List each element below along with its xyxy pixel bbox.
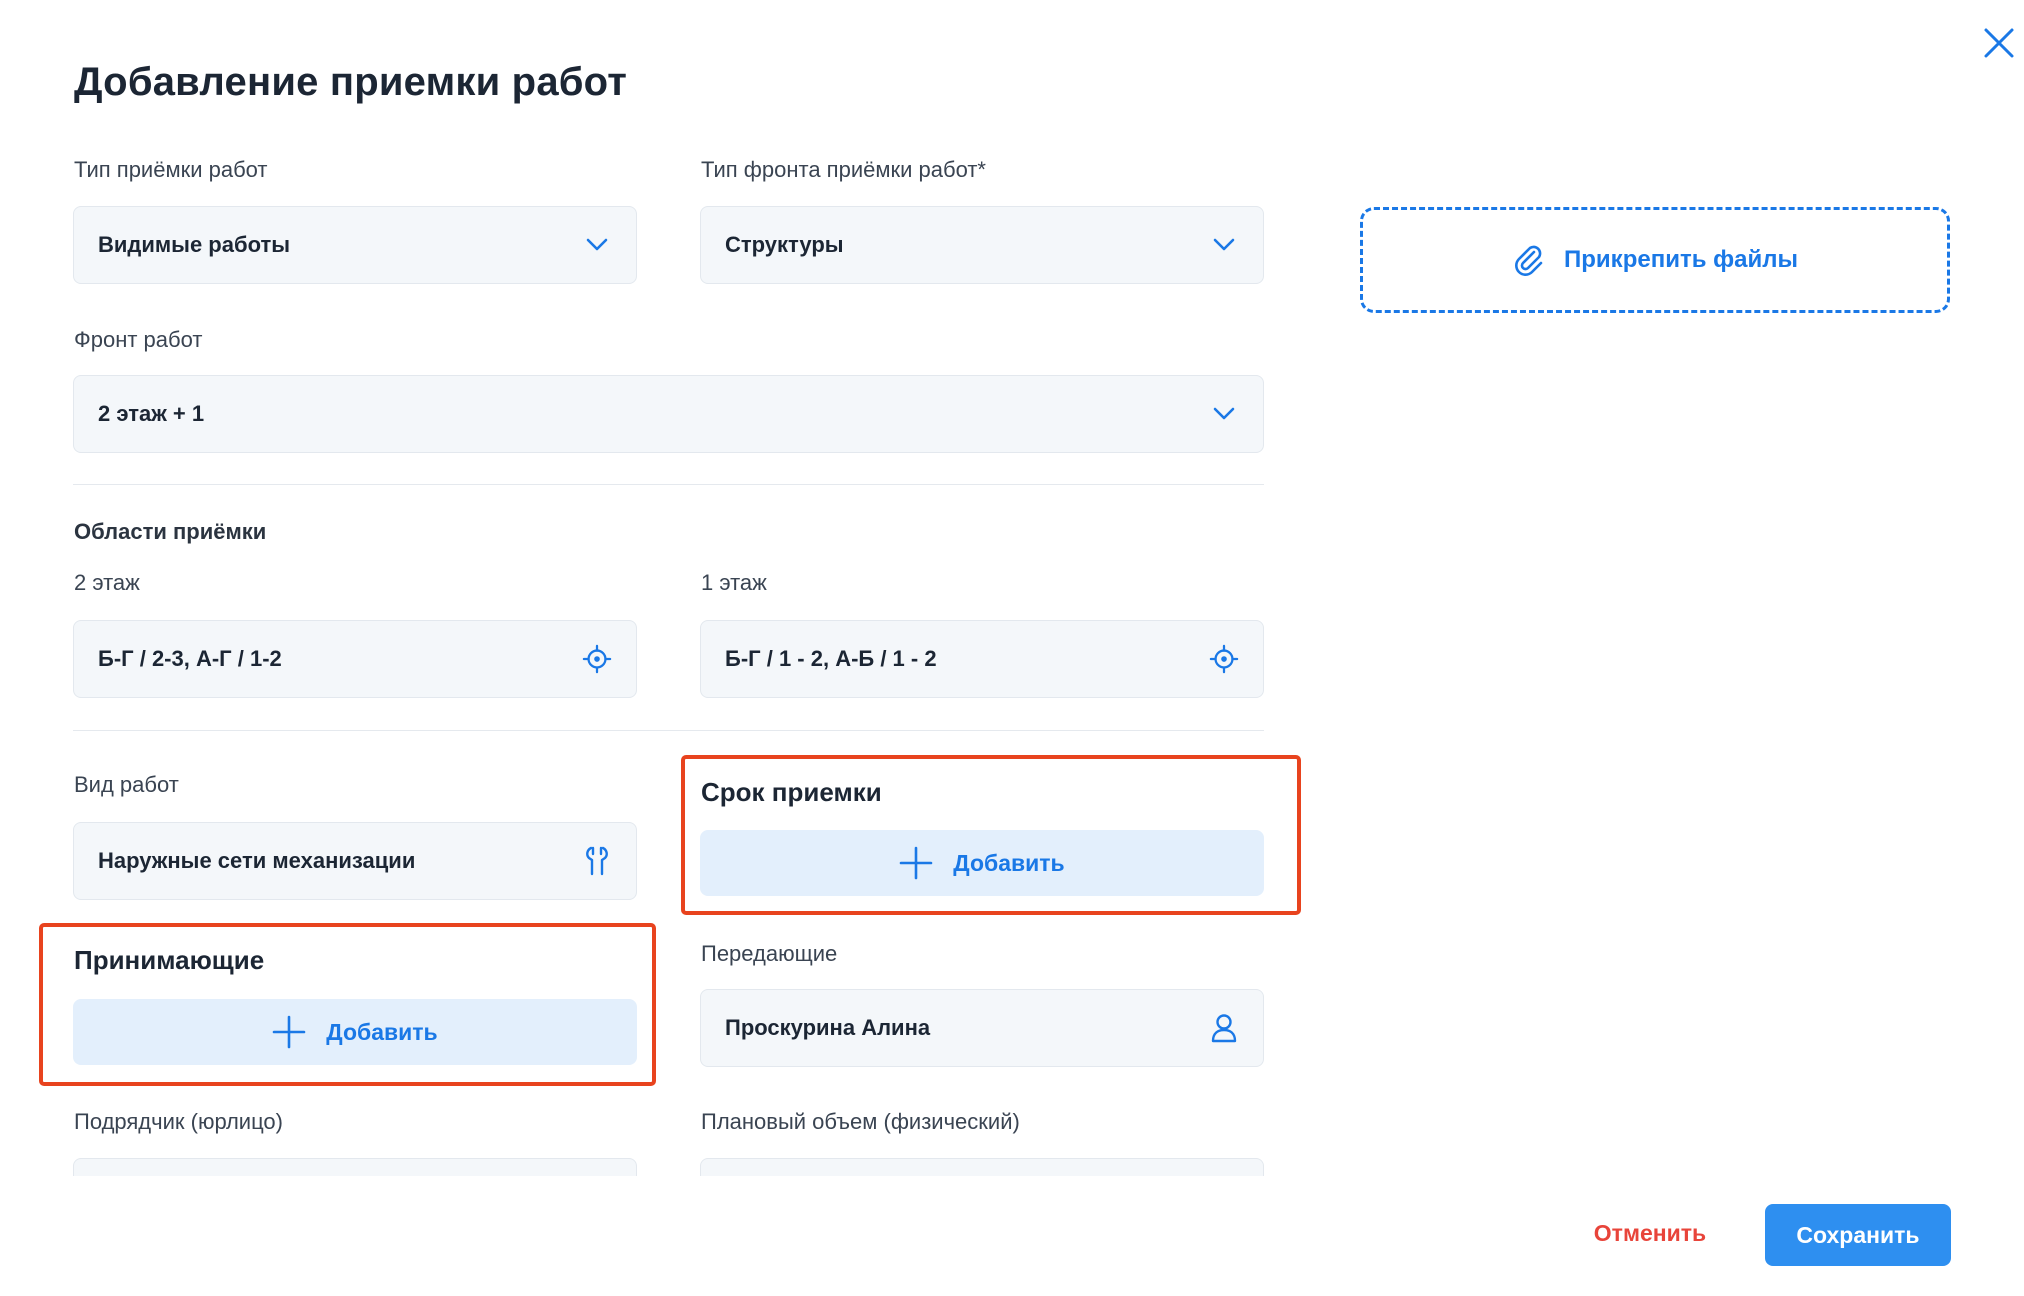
add-receiver-label: Добавить bbox=[326, 1018, 438, 1045]
add-acceptance-dialog: Добавление приемки работ Тип приёмки раб… bbox=[0, 0, 2024, 1296]
divider bbox=[73, 730, 1264, 731]
close-button[interactable] bbox=[1982, 26, 2016, 60]
acceptance-type-value: Видимые работы bbox=[98, 232, 291, 257]
chevron-down-icon bbox=[1209, 230, 1239, 260]
work-front-select[interactable]: 2 этаж + 1 bbox=[73, 375, 1264, 453]
scroll-mask bbox=[0, 1176, 1300, 1296]
plus-icon bbox=[899, 846, 933, 880]
target-icon[interactable] bbox=[582, 644, 612, 674]
front-type-select[interactable]: Структуры bbox=[700, 206, 1264, 284]
work-kind-label: Вид работ bbox=[74, 772, 179, 797]
area-value-floor-2: Б-Г / 2-3, А-Г / 1-2 bbox=[98, 646, 282, 671]
target-icon[interactable] bbox=[1209, 644, 1239, 674]
cancel-button[interactable]: Отменить bbox=[1580, 1202, 1720, 1264]
area-label-floor-2: 2 этаж bbox=[74, 570, 140, 595]
add-receiver-button[interactable]: Добавить bbox=[73, 999, 637, 1065]
acceptance-type-select[interactable]: Видимые работы bbox=[73, 206, 637, 284]
area-field-floor-1[interactable]: Б-Г / 1 - 2, А-Б / 1 - 2 bbox=[700, 620, 1264, 698]
work-kind-value: Наружные сети механизации bbox=[98, 848, 416, 873]
front-type-label: Тип фронта приёмки работ* bbox=[701, 157, 986, 182]
page-title: Добавление приемки работ bbox=[74, 60, 628, 104]
attach-files-button[interactable]: Прикрепить файлы bbox=[1360, 207, 1950, 313]
person-icon[interactable] bbox=[1209, 1013, 1239, 1043]
paperclip-icon bbox=[1515, 245, 1543, 276]
area-label-floor-1: 1 этаж bbox=[701, 570, 767, 595]
transferors-value: Проскурина Алина bbox=[725, 1015, 931, 1040]
wrench-icon[interactable] bbox=[582, 846, 612, 876]
work-front-value: 2 этаж + 1 bbox=[98, 401, 205, 426]
front-type-value: Структуры bbox=[725, 232, 844, 257]
acceptance-type-label: Тип приёмки работ bbox=[74, 157, 268, 182]
contractor-label: Подрядчик (юрлицо) bbox=[74, 1109, 283, 1134]
chevron-down-icon bbox=[582, 230, 612, 260]
add-deadline-button[interactable]: Добавить bbox=[700, 830, 1264, 896]
deadline-title: Срок приемки bbox=[701, 777, 882, 807]
transferors-field[interactable]: Проскурина Алина bbox=[700, 989, 1264, 1067]
areas-section-title: Области приёмки bbox=[74, 519, 267, 544]
transferors-label: Передающие bbox=[701, 941, 838, 966]
area-value-floor-1: Б-Г / 1 - 2, А-Б / 1 - 2 bbox=[725, 646, 937, 671]
work-front-label: Фронт работ bbox=[74, 327, 203, 352]
divider bbox=[73, 484, 1264, 485]
receivers-title: Принимающие bbox=[74, 945, 265, 975]
area-field-floor-2[interactable]: Б-Г / 2-3, А-Г / 1-2 bbox=[73, 620, 637, 698]
close-icon bbox=[1984, 28, 2014, 58]
chevron-down-icon bbox=[1209, 399, 1239, 429]
planned-volume-label: Плановый объем (физический) bbox=[701, 1109, 1020, 1134]
attach-files-label: Прикрепить файлы bbox=[1564, 246, 1798, 273]
add-deadline-label: Добавить bbox=[953, 849, 1065, 876]
save-button[interactable]: Сохранить bbox=[1765, 1204, 1951, 1266]
work-kind-field[interactable]: Наружные сети механизации bbox=[73, 822, 637, 900]
plus-icon bbox=[272, 1015, 306, 1049]
